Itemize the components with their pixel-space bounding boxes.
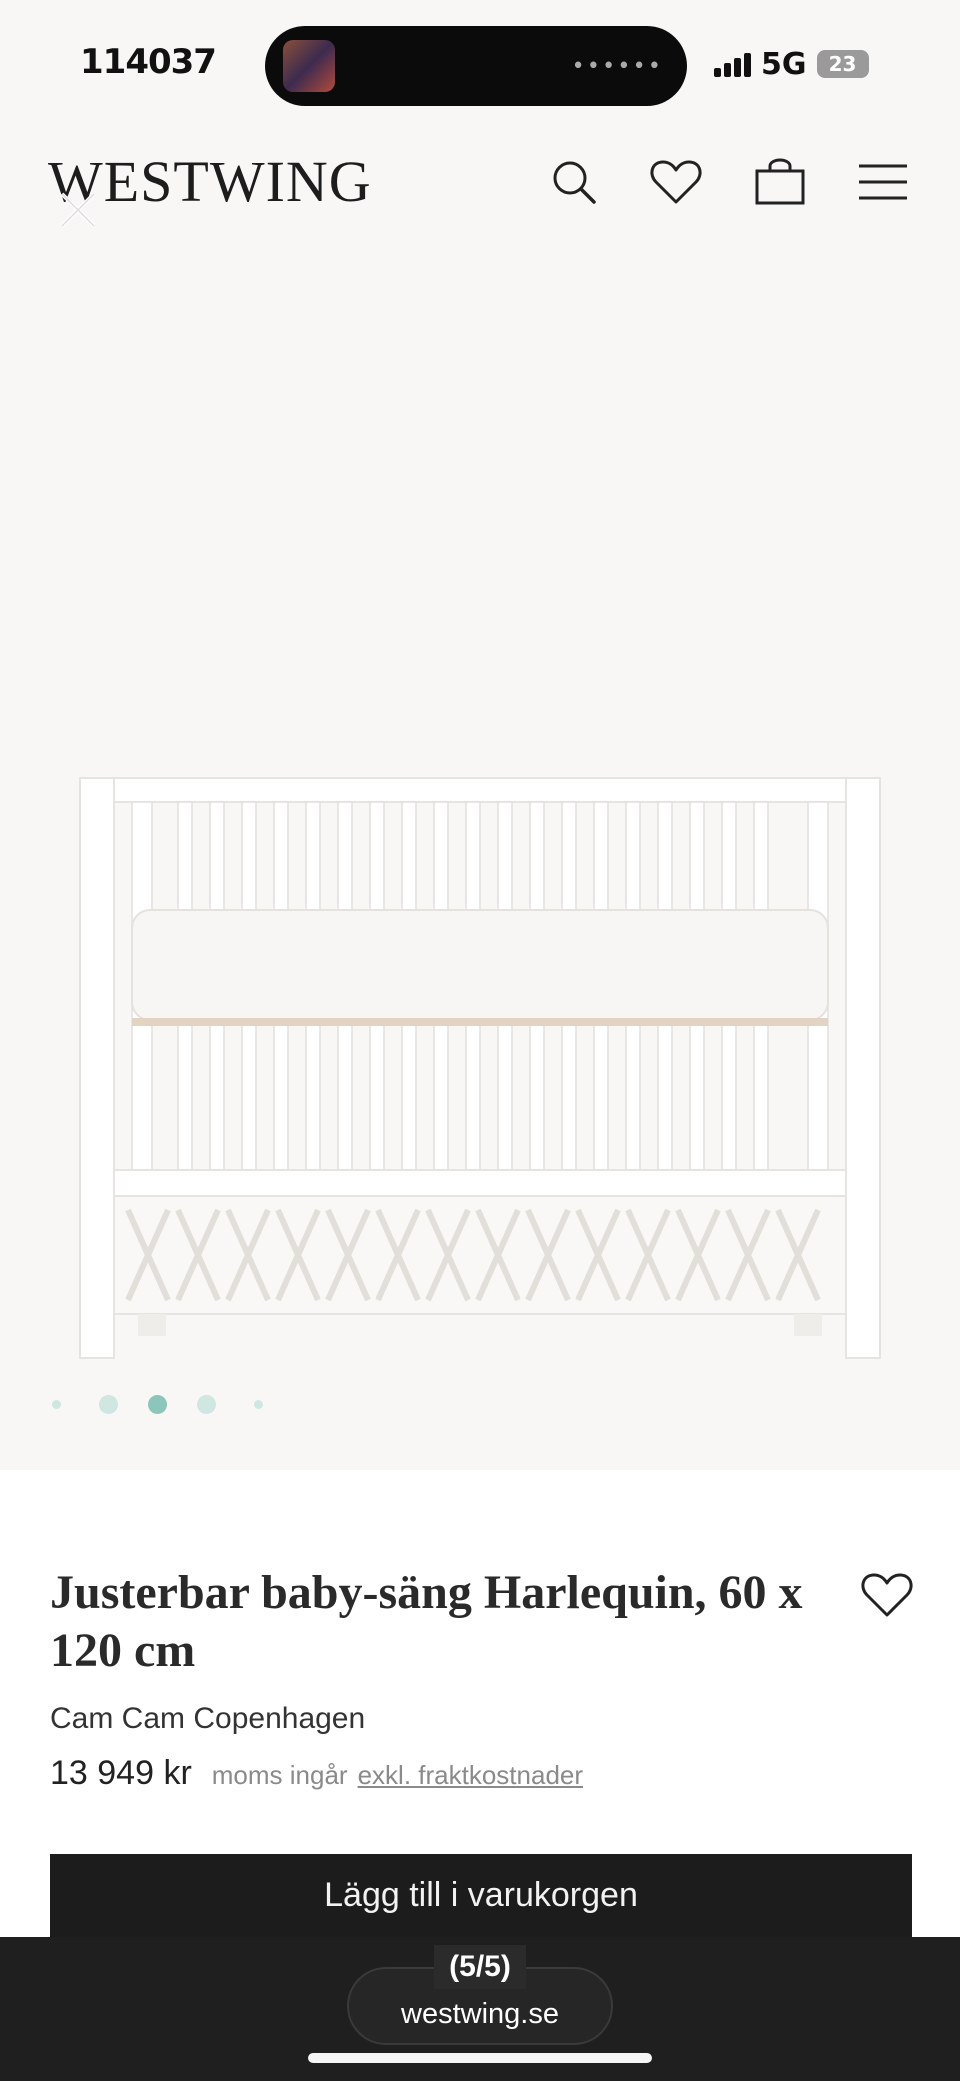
status-time: 114037 xyxy=(80,42,217,82)
product-image[interactable] xyxy=(70,520,890,1370)
signal-icon xyxy=(714,51,751,77)
browser-bar: westwing.se (5/5) xyxy=(0,1937,960,2081)
product-brand[interactable]: Cam Cam Copenhagen xyxy=(50,1702,365,1736)
gallery-dot[interactable] xyxy=(197,1395,216,1414)
gallery-dot[interactable] xyxy=(52,1400,61,1409)
close-icon[interactable] xyxy=(58,190,98,230)
network-label: 5G xyxy=(761,46,807,82)
home-indicator[interactable] xyxy=(308,2053,652,2063)
heart-icon[interactable] xyxy=(648,154,704,210)
gallery-pagination xyxy=(52,1395,263,1414)
wishlist-heart-icon[interactable] xyxy=(860,1570,914,1620)
audio-waveform-icon: •••••• xyxy=(571,54,663,79)
bag-icon[interactable] xyxy=(752,154,808,210)
product-info: Justerbar baby-säng Harlequin, 60 x 120 … xyxy=(0,1470,960,1944)
vat-note: moms ingår xyxy=(211,1760,348,1790)
menu-icon[interactable] xyxy=(855,154,911,210)
battery-icon: 23 xyxy=(816,50,869,78)
status-indicators: 5G 23 xyxy=(714,44,869,84)
product-title: Justerbar baby-säng Harlequin, 60 x 120 … xyxy=(50,1566,803,1677)
product-gallery[interactable] xyxy=(0,240,960,1470)
site-header: WESTWING xyxy=(0,140,960,220)
add-to-cart-button[interactable]: Lägg till i varukorgen xyxy=(50,1854,912,1944)
gallery-dot-active[interactable] xyxy=(148,1395,167,1414)
search-icon[interactable] xyxy=(546,154,602,210)
product-price: 13 949 kr xyxy=(50,1754,192,1792)
price-row: 13 949 kr moms ingår exkl. fraktkostnade… xyxy=(50,1754,583,1793)
shipping-link[interactable]: exkl. fraktkostnader xyxy=(358,1760,583,1791)
gallery-dot[interactable] xyxy=(254,1400,263,1409)
page-counter: (5/5) xyxy=(434,1945,526,1989)
now-playing-artwork xyxy=(283,40,335,92)
gallery-dot[interactable] xyxy=(99,1395,118,1414)
status-bar: 114037 •••••• 5G 23 xyxy=(0,0,960,120)
dynamic-island[interactable]: •••••• xyxy=(265,26,687,106)
